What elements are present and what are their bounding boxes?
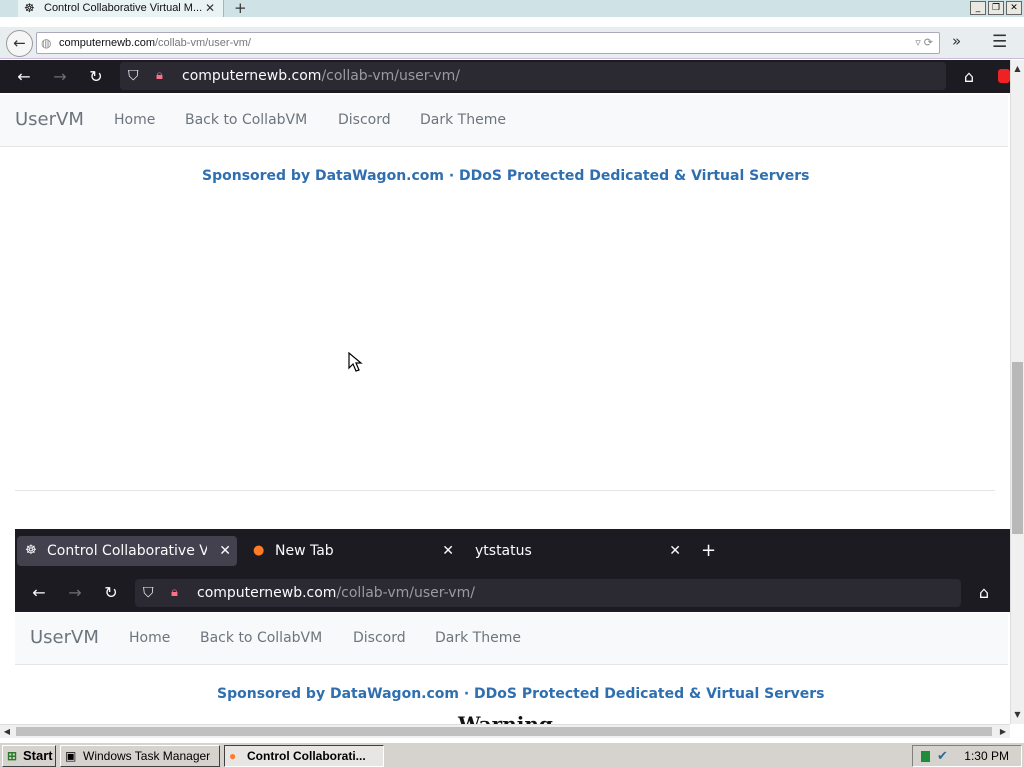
new-tab-button[interactable]: + <box>234 0 247 17</box>
tab-title: ytstatus <box>475 543 532 559</box>
shield-icon: ⛉ <box>128 68 139 84</box>
nested-address-bar-top[interactable]: ⛉ 🔒︎ computernewb.com/collab-vm/user-vm/ <box>120 62 946 90</box>
warning-heading: Warning <box>458 712 553 724</box>
taskbar-item-task-manager[interactable]: ▣ Windows Task Manager <box>60 745 220 767</box>
scroll-left-icon[interactable]: ◀ <box>0 725 14 738</box>
back-arrow-icon[interactable]: ← <box>27 581 51 605</box>
youtube-icon[interactable] <box>998 69 1010 83</box>
close-tab-icon[interactable]: ✕ <box>205 1 215 15</box>
firefox-icon: ● <box>253 543 265 558</box>
nav-link-back-to-collabvm[interactable]: Back to CollabVM <box>200 630 322 646</box>
nested-tab-ytstatus[interactable]: ytstatus ✕ <box>467 536 687 566</box>
outer-address-bar[interactable]: ◍ computernewb.com/collab-vm/user-vm/ ▿ … <box>36 32 940 54</box>
window-controls: _ ❐ ✕ <box>970 1 1022 15</box>
url-host: computernewb.com <box>197 585 337 601</box>
restore-button[interactable]: ❐ <box>988 1 1004 15</box>
nested-tab-new-tab[interactable]: ● New Tab ✕ <box>245 536 460 566</box>
start-button[interactable]: ⊞ Start <box>2 745 56 767</box>
globe-icon: ◍ <box>41 36 52 50</box>
url-path: /collab-vm/user-vm/ <box>336 585 475 601</box>
outer-tab-title: Control Collaborative Virtual M... <box>44 2 203 14</box>
overflow-chevron-icon[interactable]: » <box>952 32 961 50</box>
site-navbar-bottom: UserVM Home Back to CollabVM Discord Dar… <box>15 613 1008 665</box>
vm-icon: ☸ <box>24 1 35 15</box>
nav-link-discord[interactable]: Discord <box>353 630 406 646</box>
hamburger-menu-icon[interactable]: ☰ <box>992 32 1007 52</box>
tray-app-icon[interactable]: ✔ <box>937 746 948 766</box>
nav-link-home[interactable]: Home <box>129 630 170 646</box>
page-viewport: ← → ↻ ⛉ 🔒︎ computernewb.com/collab-vm/us… <box>0 60 1010 724</box>
scroll-down-icon[interactable]: ▼ <box>1011 708 1024 722</box>
url-path: /collab-vm/user-vm/ <box>321 68 460 84</box>
firefox-icon: ● <box>229 749 237 763</box>
network-icon[interactable] <box>921 751 930 762</box>
minimize-button[interactable]: _ <box>970 1 986 15</box>
nav-link-home[interactable]: Home <box>114 112 155 128</box>
scroll-up-icon[interactable]: ▲ <box>1011 62 1024 76</box>
sponsor-link[interactable]: Sponsored by DataWagon.com · DDoS Protec… <box>217 686 824 702</box>
site-navbar-top: UserVM Home Back to CollabVM Discord Dar… <box>0 95 1008 147</box>
new-tab-button[interactable]: + <box>701 536 716 566</box>
sponsor-link[interactable]: Sponsored by DataWagon.com · DDoS Protec… <box>202 168 809 184</box>
nested-firefox-navbar-top: ← → ↻ ⛉ 🔒︎ computernewb.com/collab-vm/us… <box>0 60 1010 93</box>
close-tab-icon[interactable]: ✕ <box>669 536 681 566</box>
lock-icon: 🔒︎ <box>156 68 163 83</box>
outer-tab-strip: ☸ Control Collaborative Virtual M... ✕ +… <box>0 0 1024 17</box>
site-brand[interactable]: UserVM <box>15 109 84 130</box>
shield-icon: ⛉ <box>143 585 154 601</box>
nav-link-dark-theme[interactable]: Dark Theme <box>420 112 506 128</box>
vertical-scrollbar[interactable]: ▲ ▼ <box>1010 60 1024 724</box>
clock: 1:30 PM <box>964 749 1009 763</box>
vertical-scroll-thumb[interactable] <box>1012 362 1023 534</box>
url-path: /collab-vm/user-vm/ <box>155 37 251 49</box>
taskbar-item-label: Windows Task Manager <box>83 749 211 763</box>
nested-address-bar-bottom[interactable]: ⛉ 🔒︎ computernewb.com/collab-vm/user-vm/ <box>135 579 961 607</box>
nav-link-discord[interactable]: Discord <box>338 112 391 128</box>
forward-arrow-icon[interactable]: → <box>63 581 87 605</box>
taskbar-item-browser[interactable]: ● Control Collaborati... <box>224 745 384 767</box>
home-icon[interactable]: ⌂ <box>972 581 996 605</box>
forward-arrow-icon[interactable]: → <box>48 65 72 89</box>
nested-firefox-navbar-bottom: ← → ↻ ⛉ 🔒︎ computernewb.com/collab-vm/us… <box>15 574 1010 612</box>
close-tab-icon[interactable]: ✕ <box>442 536 454 566</box>
nested-firefox-tabbar: ☸ Control Collaborative Virt ✕ ● New Tab… <box>15 529 1010 574</box>
close-window-button[interactable]: ✕ <box>1006 1 1022 15</box>
reload-icon[interactable]: ↻ <box>84 65 108 89</box>
back-arrow-icon[interactable]: ← <box>12 65 36 89</box>
reload-icon[interactable]: ▿ ⟳ <box>915 33 933 53</box>
start-label: Start <box>23 748 53 763</box>
task-manager-icon: ▣ <box>65 749 77 763</box>
taskbar: ⊞ Start ▣ Windows Task Manager ● Control… <box>0 742 1024 768</box>
horizontal-scroll-thumb[interactable] <box>16 727 992 736</box>
url-host: computernewb.com <box>182 68 322 84</box>
vm-icon: ☸ <box>25 543 37 558</box>
mouse-cursor-icon <box>348 352 363 372</box>
lock-icon: 🔒︎ <box>171 585 178 600</box>
nav-link-back-to-collabvm[interactable]: Back to CollabVM <box>185 112 307 128</box>
tab-title: New Tab <box>275 543 334 559</box>
horizontal-scrollbar[interactable]: ◀ ▶ <box>0 724 1010 738</box>
divider <box>15 490 995 491</box>
close-tab-icon[interactable]: ✕ <box>219 536 231 566</box>
outer-tab-active[interactable]: ☸ Control Collaborative Virtual M... ✕ <box>18 0 224 17</box>
url-host: computernewb.com <box>59 37 155 49</box>
tab-title: Control Collaborative Virt <box>47 543 207 559</box>
scroll-right-icon[interactable]: ▶ <box>996 725 1010 738</box>
taskbar-item-label: Control Collaborati... <box>247 749 366 763</box>
back-button[interactable]: ← <box>6 30 33 57</box>
home-icon[interactable]: ⌂ <box>957 65 981 89</box>
reload-icon[interactable]: ↻ <box>99 581 123 605</box>
windows-flag-icon: ⊞ <box>7 749 18 763</box>
system-tray: ✔ 1:30 PM <box>912 745 1022 767</box>
nested-tab-active[interactable]: ☸ Control Collaborative Virt ✕ <box>17 536 237 566</box>
site-brand[interactable]: UserVM <box>30 627 99 648</box>
nav-link-dark-theme[interactable]: Dark Theme <box>435 630 521 646</box>
arrow-left-icon: ← <box>13 34 26 52</box>
outer-navbar: ← ◍ computernewb.com/collab-vm/user-vm/ … <box>0 27 1024 59</box>
